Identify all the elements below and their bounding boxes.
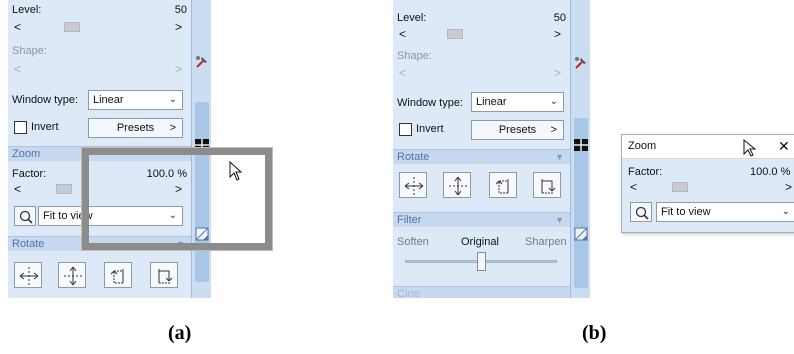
fit-to-view-dropdown[interactable]: Fit to view ⌄	[656, 202, 794, 222]
rotate-right-button[interactable]	[533, 172, 561, 198]
chevron-down-icon: ⌄	[168, 94, 177, 105]
rotate-section-label: Rotate	[12, 238, 45, 250]
shape-label: Shape:	[12, 45, 47, 57]
zoom-slider-left-arrow[interactable]: <	[14, 182, 21, 196]
filter-section-label: Filter	[397, 214, 422, 226]
flip-horizontal-icon	[404, 177, 424, 195]
window-type-label: Window type:	[12, 94, 79, 106]
chevron-down-icon: ▼	[555, 215, 564, 225]
flip-vertical-button[interactable]	[58, 262, 86, 288]
shape-slider-left-arrow[interactable]: <	[14, 62, 21, 76]
mouse-cursor-icon	[743, 138, 757, 157]
level-label: Level:	[12, 4, 42, 16]
presets-arrow: >	[169, 122, 176, 134]
level-slider-left-arrow[interactable]: <	[399, 27, 406, 41]
shape-slider-right-arrow[interactable]: >	[175, 62, 182, 76]
level-slider-right-arrow[interactable]: >	[175, 20, 182, 34]
presets-label: Presets	[116, 122, 155, 134]
flip-horizontal-button[interactable]	[399, 172, 427, 198]
zoom-section-label: Zoom	[12, 148, 41, 160]
level-slider[interactable]: < >	[12, 20, 184, 34]
zoom-slider-right-arrow[interactable]: >	[785, 180, 792, 194]
window-type-label: Window type:	[397, 97, 464, 109]
floating-window-titlebar[interactable]: Zoom ✕	[622, 135, 794, 159]
level-slider-thumb[interactable]	[447, 29, 463, 39]
shape-label: Shape:	[397, 50, 432, 62]
rotate-left-icon	[495, 179, 509, 194]
level-slider-left-arrow[interactable]: <	[14, 20, 21, 34]
level-slider[interactable]: < >	[397, 27, 563, 41]
flip-horizontal-button[interactable]	[14, 262, 42, 288]
rotate-section-label: Rotate	[397, 151, 430, 163]
level-value: 50	[174, 4, 187, 16]
chevron-down-icon: ▼	[555, 152, 564, 162]
filter-soften-label: Soften	[397, 236, 429, 248]
level-slider-right-arrow[interactable]: >	[554, 27, 561, 41]
mouse-cursor-icon	[229, 160, 243, 181]
zoom-slider-thumb[interactable]	[672, 182, 688, 192]
magnifier-icon	[635, 206, 649, 220]
level-value: 50	[553, 12, 566, 24]
caption-a: (a)	[168, 322, 192, 344]
filter-original-label: Original	[461, 236, 499, 248]
rotate-left-button[interactable]	[489, 172, 517, 198]
filter-slider-thumb[interactable]	[477, 252, 486, 271]
factor-label: Factor:	[12, 168, 47, 180]
chevron-down-icon: ⌄	[549, 96, 558, 107]
zoom-tool-button[interactable]	[630, 202, 652, 222]
shape-slider[interactable]: < >	[397, 66, 563, 80]
rotate-left-icon	[110, 269, 124, 284]
invert-label: Invert	[416, 123, 444, 135]
filter-section-header[interactable]: Filter ▼	[393, 212, 570, 227]
flip-horizontal-icon	[19, 267, 39, 285]
floating-window-title: Zoom	[628, 140, 657, 152]
fit-to-view-value: Fit to view	[661, 206, 711, 218]
zoom-tool-button[interactable]	[14, 206, 36, 226]
close-icon[interactable]: ✕	[778, 138, 790, 155]
side-toolbar-b	[570, 0, 590, 298]
cine-section-header[interactable]: Cine	[393, 286, 570, 298]
floating-zoom-window: Zoom ✕ Factor: 100.0 % < > Fit to view ⌄	[621, 134, 794, 233]
zoom-slider-left-arrow[interactable]: <	[630, 180, 637, 194]
rotate-right-button[interactable]	[150, 262, 178, 288]
level-label: Level:	[397, 12, 427, 24]
flip-vertical-icon	[64, 266, 82, 286]
presets-label: Presets	[498, 124, 537, 136]
presets-arrow: >	[550, 124, 557, 136]
rotate-section-header[interactable]: Rotate ▼	[393, 149, 570, 164]
magnifier-icon	[19, 210, 33, 224]
rotate-right-icon	[158, 269, 173, 284]
rotate-right-icon	[541, 179, 556, 194]
presets-button[interactable]: Presets >	[88, 118, 183, 138]
caption-b: (b)	[582, 322, 607, 344]
chevron-down-icon: ⌄	[781, 206, 790, 217]
window-type-value: Linear	[93, 94, 124, 106]
zoom-factor-slider[interactable]: < >	[628, 180, 794, 194]
invert-checkbox[interactable]	[14, 121, 27, 134]
cine-section-label: Cine	[397, 288, 420, 298]
filter-sharpen-label: Sharpen	[525, 236, 567, 248]
invert-checkbox[interactable]	[399, 123, 412, 136]
level-slider-thumb[interactable]	[64, 22, 80, 32]
shape-slider-left-arrow[interactable]: <	[399, 66, 406, 80]
rotate-left-button[interactable]	[104, 262, 132, 288]
shape-slider[interactable]: < >	[12, 62, 184, 76]
flip-vertical-icon	[449, 176, 467, 196]
window-type-dropdown[interactable]: Linear ⌄	[471, 92, 564, 112]
factor-value: 100.0 %	[750, 166, 791, 178]
tools-icon[interactable]	[194, 54, 210, 70]
factor-label: Factor:	[628, 166, 663, 178]
window-type-dropdown[interactable]: Linear ⌄	[88, 90, 183, 110]
measure-icon[interactable]	[573, 226, 589, 242]
presets-button[interactable]: Presets >	[471, 120, 564, 140]
window-type-value: Linear	[476, 96, 507, 108]
layout-grid-icon[interactable]	[573, 137, 589, 153]
shape-slider-right-arrow[interactable]: >	[554, 66, 561, 80]
tool-panel-b: Level: 50 < > Shape: < > Window type: Li…	[393, 0, 570, 298]
zoom-slider-thumb[interactable]	[56, 184, 72, 194]
flip-vertical-button[interactable]	[443, 172, 471, 198]
tools-icon[interactable]	[573, 55, 589, 71]
invert-label: Invert	[31, 121, 59, 133]
